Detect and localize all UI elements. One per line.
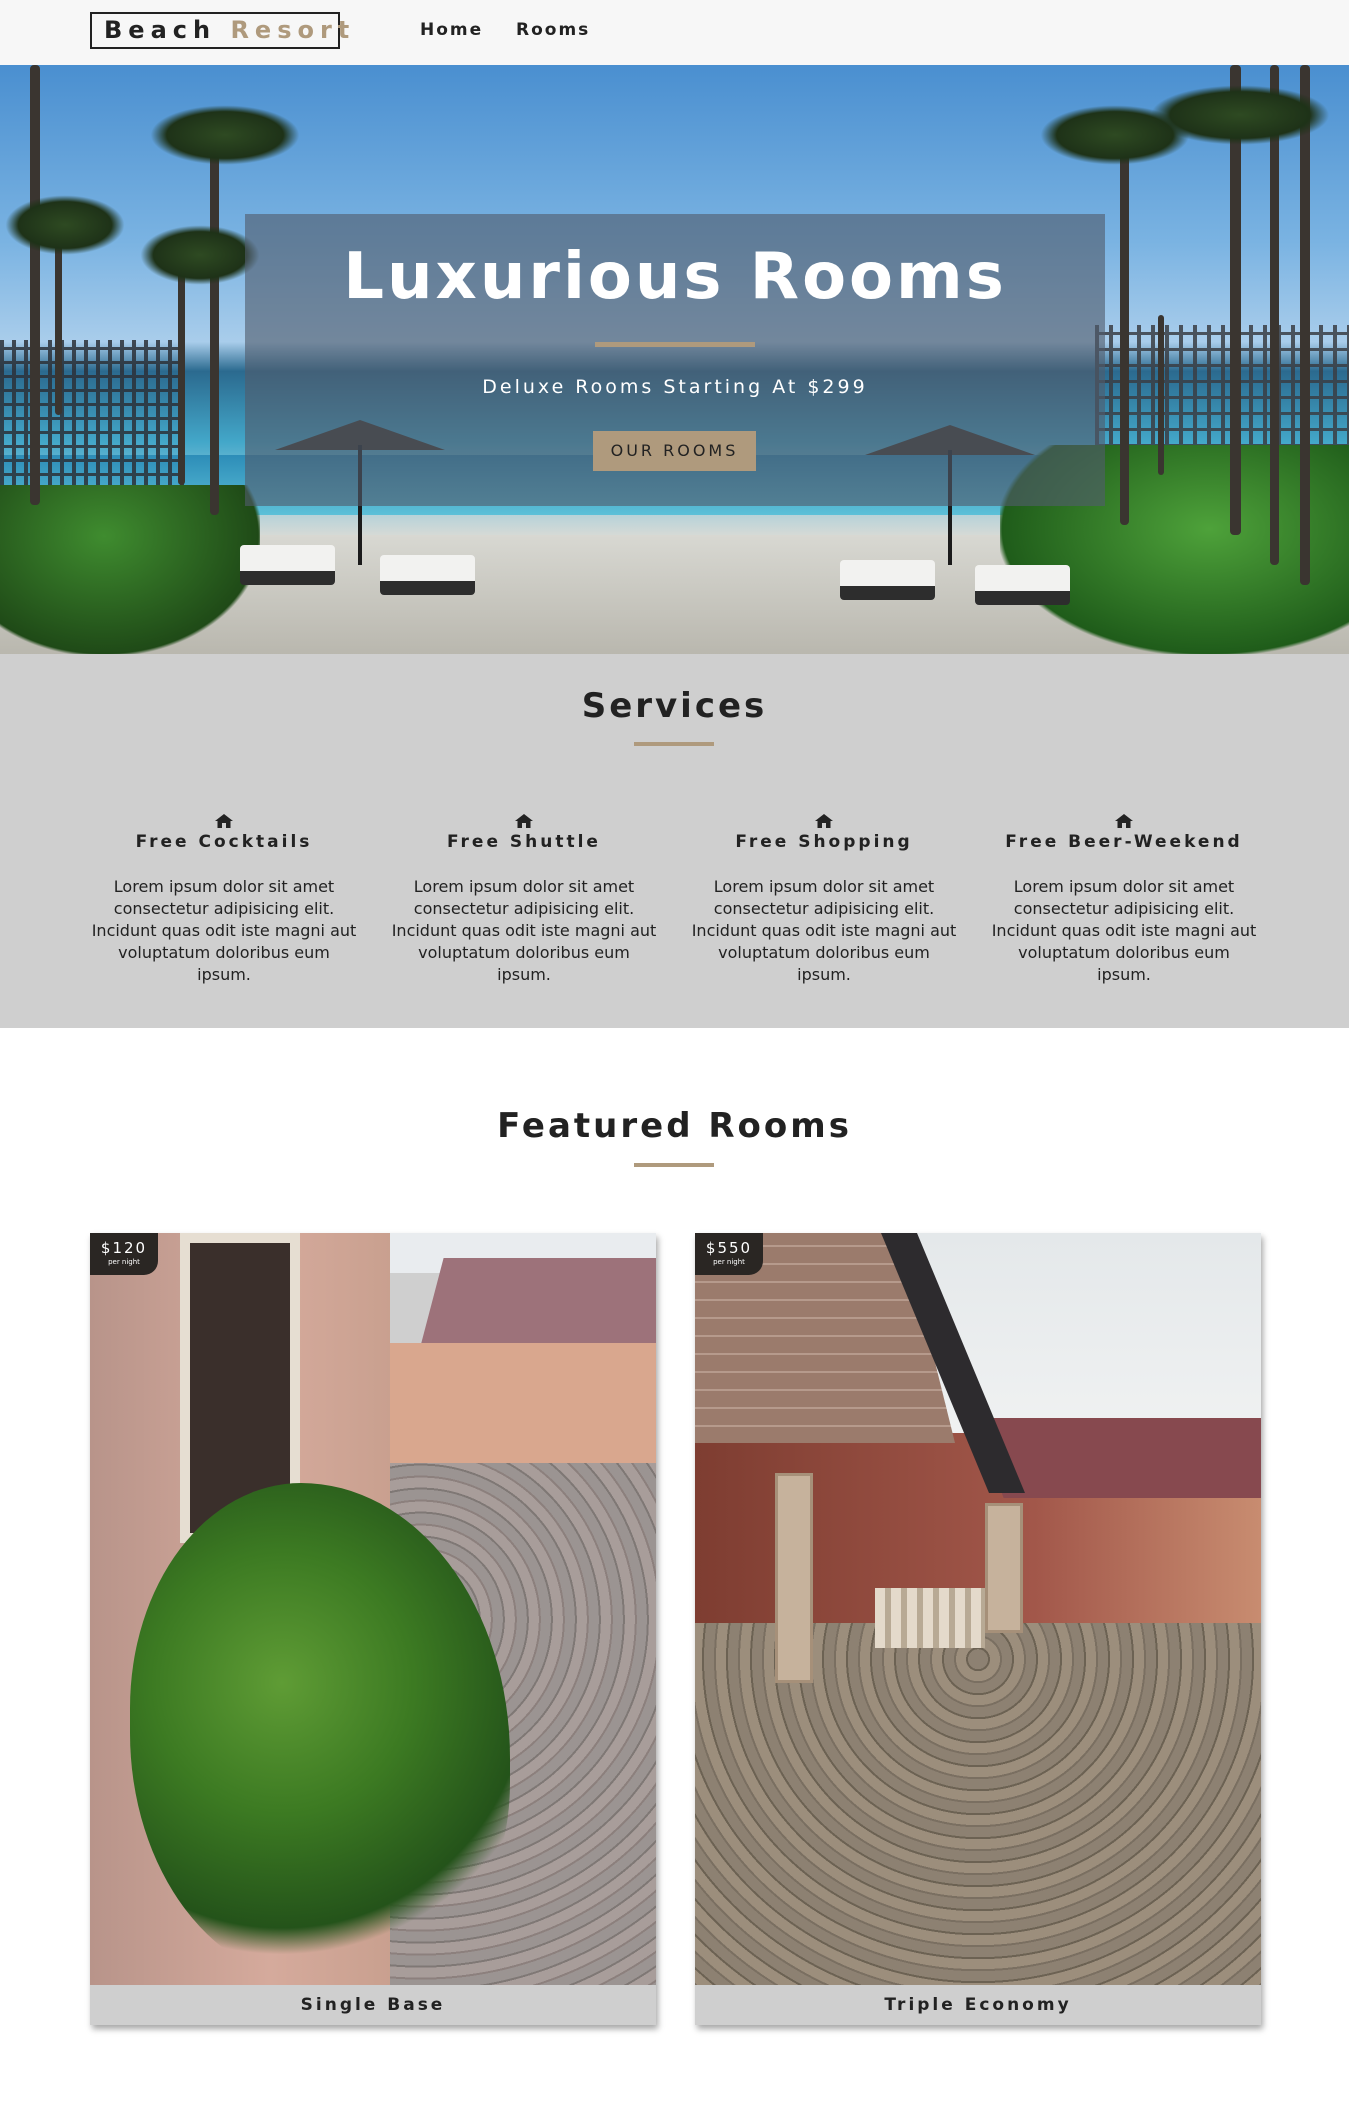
palm-tree	[210, 135, 219, 515]
price-badge: $550 per night	[695, 1233, 763, 1275]
room-image[interactable]: $120 per night	[90, 1233, 656, 1985]
hero-subtitle: Deluxe Rooms Starting At $299	[482, 376, 868, 398]
room-name[interactable]: Single Base	[90, 1985, 656, 2025]
hero-pergola-left	[0, 340, 185, 490]
service-text: Lorem ipsum dolor sit amet consectetur a…	[91, 877, 357, 984]
room-name[interactable]: Triple Economy	[695, 1985, 1261, 2025]
palm-crown	[1150, 85, 1330, 145]
pool-lounger	[840, 560, 935, 600]
nav-link-rooms[interactable]: Rooms	[516, 20, 590, 40]
service-item: Free Cocktails Lorem ipsum dolor sit ame…	[89, 814, 359, 986]
image-railing	[875, 1588, 985, 1648]
price-value: $120	[100, 1239, 148, 1257]
pool-lounger	[380, 555, 475, 595]
service-text: Lorem ipsum dolor sit amet consectetur a…	[391, 877, 657, 984]
palm-tree	[1158, 315, 1164, 475]
home-icon	[815, 814, 833, 828]
palm-tree	[1120, 125, 1129, 525]
service-title: Free Cocktails	[135, 832, 313, 852]
logo-word-beach: Beach	[104, 16, 217, 44]
pool-lounger	[975, 565, 1070, 605]
image-pillar	[775, 1473, 813, 1683]
services-divider	[634, 742, 714, 746]
palm-tree	[30, 65, 40, 505]
service-title: Free Beer-Weekend	[1005, 832, 1243, 852]
palm-tree	[1300, 65, 1310, 585]
room-image[interactable]: $550 per night	[695, 1233, 1261, 1985]
price-per-night: per night	[713, 1258, 745, 1266]
featured-rooms-divider	[634, 1163, 714, 1167]
hero-title: Luxurious Rooms	[343, 240, 1007, 314]
hero-divider	[595, 342, 755, 347]
palm-crown	[150, 105, 300, 165]
nav-link-home[interactable]: Home	[420, 20, 483, 40]
image-pillar	[985, 1503, 1023, 1633]
room-card-single-base[interactable]: $120 per night Single Base	[90, 1233, 656, 2025]
hero-overlay: Luxurious Rooms Deluxe Rooms Starting At…	[245, 214, 1105, 506]
palm-crown	[140, 225, 260, 285]
services-title: Services	[581, 686, 768, 726]
service-text: Lorem ipsum dolor sit amet consectetur a…	[991, 877, 1257, 984]
room-card-triple-economy[interactable]: $550 per night Triple Economy	[695, 1233, 1261, 2025]
service-text: Lorem ipsum dolor sit amet consectetur a…	[691, 877, 957, 984]
price-per-night: per night	[108, 1258, 140, 1266]
site-logo[interactable]: Beach Resort	[90, 12, 349, 49]
service-item: Free Beer-Weekend Lorem ipsum dolor sit …	[989, 814, 1259, 986]
palm-crown	[5, 195, 125, 255]
price-value: $550	[705, 1239, 753, 1257]
logo-word-resort: Resort	[230, 16, 356, 44]
hero-banner: Luxurious Rooms Deluxe Rooms Starting At…	[0, 65, 1349, 654]
price-badge: $120 per night	[90, 1233, 158, 1275]
navbar: Beach Resort Home Rooms	[0, 0, 1349, 65]
service-item: Free Shopping Lorem ipsum dolor sit amet…	[689, 814, 959, 986]
home-icon	[215, 814, 233, 828]
hero-greenery-left	[0, 485, 260, 654]
home-icon	[1115, 814, 1133, 828]
service-item: Free Shuttle Lorem ipsum dolor sit amet …	[389, 814, 659, 986]
image-roof	[420, 1258, 656, 1348]
services-section: Services Free Cocktails Lorem ipsum dolo…	[0, 654, 1349, 1028]
pool-lounger	[240, 545, 335, 585]
service-title: Free Shuttle	[447, 832, 601, 852]
featured-rooms-title: Featured Rooms	[497, 1106, 852, 1146]
home-icon	[515, 814, 533, 828]
service-title: Free Shopping	[735, 832, 913, 852]
our-rooms-button[interactable]: OUR ROOMS	[593, 431, 756, 471]
